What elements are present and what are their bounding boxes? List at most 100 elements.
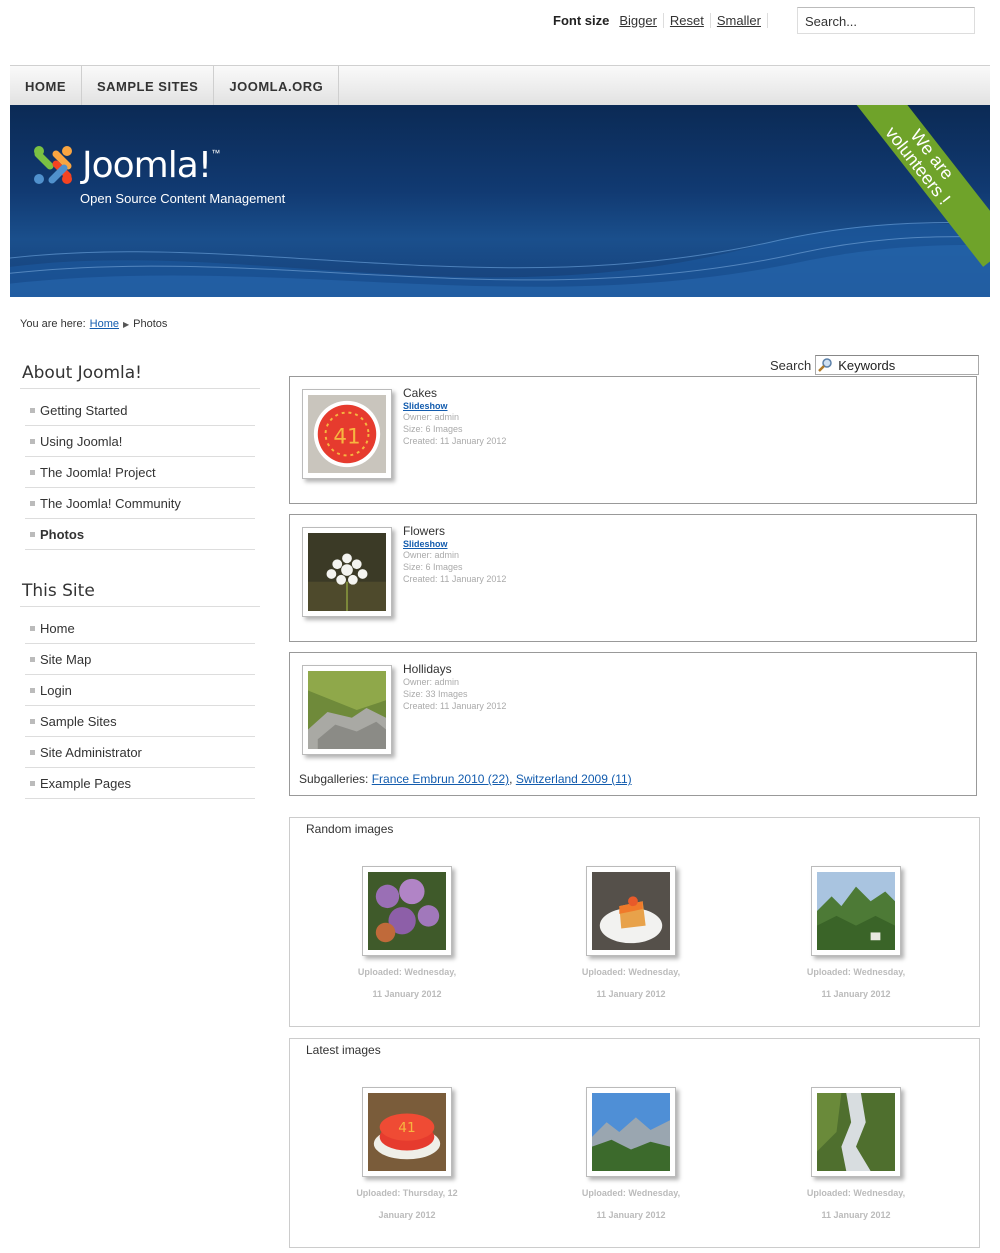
joomla-logo-icon (34, 146, 72, 184)
purple-flowers-photo (368, 872, 446, 950)
sidebar-item-sample-sites[interactable]: Sample Sites (25, 706, 255, 737)
breadcrumb-arrow-icon: ▶ (123, 319, 130, 329)
upload-date-line-1: Uploaded: Wednesday, (581, 967, 681, 977)
image-thumbnail[interactable] (586, 1087, 676, 1177)
keywords-input[interactable]: Keywords (815, 355, 980, 375)
subgallery-link-france[interactable]: France Embrun 2010 (22) (372, 772, 509, 786)
upload-date-line-2: 11 January 2012 (596, 989, 666, 999)
this-site-heading: This Site (20, 578, 260, 607)
subgalleries-label: Subgalleries: (299, 772, 369, 786)
nav-item-home[interactable]: HOME (10, 66, 82, 106)
header-wave-graphic (10, 222, 990, 297)
this-site-menu: Home Site Map Login Sample Sites Site Ad… (25, 613, 255, 799)
gallery-thumbnail[interactable] (302, 527, 392, 617)
sidebar-item-getting-started[interactable]: Getting Started (25, 395, 255, 426)
about-joomla-menu: Getting Started Using Joomla! The Joomla… (25, 395, 255, 550)
upload-date-line-1: Uploaded: Wednesday, (806, 967, 906, 977)
upload-date-line-2: January 2012 (378, 1210, 436, 1220)
image-thumbnail[interactable] (362, 866, 452, 956)
sidebar-item-site-map[interactable]: Site Map (25, 644, 255, 675)
random-images-module: Random images Uploaded: Wednesday, 11 Ja… (289, 817, 980, 1027)
gallery-size: Size: 6 Images (403, 562, 463, 572)
gallery-created: Created: 11 January 2012 (403, 574, 507, 584)
keywords-placeholder: Keywords (838, 357, 896, 373)
gallery-owner: Owner: admin (403, 550, 460, 560)
image-thumbnail[interactable] (811, 1087, 901, 1177)
latest-image-item: Uploaded: Wednesday, 11 January 2012 (566, 1087, 696, 1226)
breadcrumb-home-link[interactable]: Home (90, 318, 119, 330)
about-joomla-heading: About Joomla! (20, 360, 260, 389)
nav-item-joomla-org[interactable]: JOOMLA.ORG (214, 66, 340, 106)
gallery-owner: Owner: admin (403, 412, 460, 422)
flower-photo (308, 533, 386, 611)
gallery-thumbnail[interactable] (302, 665, 392, 755)
upload-date-line-2: 11 January 2012 (821, 989, 891, 999)
gallery-cakes: 41 Cakes Slideshow Owner: admin Size: 6 … (289, 376, 977, 504)
svg-text:41: 41 (333, 425, 360, 450)
font-reset-link[interactable]: Reset (664, 13, 711, 28)
site-header: Joomla! ™ Open Source Content Management… (10, 105, 990, 297)
gallery-size: Size: 33 Images (403, 689, 468, 699)
random-image-item: Uploaded: Wednesday, 11 January 2012 (566, 866, 696, 1005)
sidebar: About Joomla! Getting Started Using Joom… (20, 360, 260, 799)
upload-date-line-2: 11 January 2012 (821, 1210, 891, 1220)
font-size-label: Font size (553, 13, 610, 28)
subgalleries: Subgalleries: France Embrun 2010 (22), S… (299, 772, 632, 786)
rocks-photo (308, 671, 386, 749)
birthday-cake-photo: 41 (368, 1093, 446, 1171)
main-nav: HOME SAMPLE SITES JOOMLA.ORG (10, 65, 990, 106)
gallery-owner: Owner: admin (403, 677, 460, 687)
sidebar-item-photos[interactable]: Photos (25, 519, 255, 550)
gallery-search: Search Keywords (770, 355, 980, 375)
font-bigger-link[interactable]: Bigger (613, 13, 664, 28)
gallery-thumbnail[interactable]: 41 (302, 389, 392, 479)
gallery-title[interactable]: Hollidays (403, 662, 506, 676)
upload-date-line-2: 11 January 2012 (596, 1210, 666, 1220)
slideshow-link[interactable]: Slideshow (403, 539, 506, 549)
upload-date-line-1: Uploaded: Wednesday, (581, 1188, 681, 1198)
upload-date-line-1: Uploaded: Wednesday, (357, 967, 457, 977)
sidebar-item-joomla-project[interactable]: The Joomla! Project (25, 457, 255, 488)
gallery-flowers: Flowers Slideshow Owner: admin Size: 6 I… (289, 514, 977, 642)
latest-images-title: Latest images (306, 1043, 381, 1057)
breadcrumb-current: Photos (133, 318, 168, 330)
slideshow-link[interactable]: Slideshow (403, 401, 506, 411)
upload-date-line-1: Uploaded: Thursday, 12 (356, 1188, 458, 1198)
breadcrumb: You are here: Home ▶ Photos (20, 318, 167, 330)
site-tagline: Open Source Content Management (80, 191, 286, 206)
cake-slice-photo (592, 872, 670, 950)
gallery-title[interactable]: Cakes (403, 386, 506, 400)
sidebar-item-joomla-community[interactable]: The Joomla! Community (25, 488, 255, 519)
image-thumbnail[interactable] (586, 866, 676, 956)
gallery-title[interactable]: Flowers (403, 524, 506, 538)
image-thumbnail[interactable] (811, 866, 901, 956)
logo-text: Joomla! (82, 144, 212, 186)
random-image-item: Uploaded: Wednesday, 11 January 2012 (342, 866, 472, 1005)
latest-images-module: Latest images 41 Uploaded: Thursday, 12 … (289, 1038, 980, 1248)
sidebar-item-login[interactable]: Login (25, 675, 255, 706)
logo-trademark: ™ (211, 148, 221, 158)
sidebar-item-site-administrator[interactable]: Site Administrator (25, 737, 255, 768)
top-bar: Font size Bigger Reset Smaller Search... (0, 0, 1000, 64)
font-size-controls: Font size Bigger Reset Smaller (553, 13, 768, 28)
font-smaller-link[interactable]: Smaller (711, 13, 768, 28)
forest-valley-photo (817, 872, 895, 950)
image-thumbnail[interactable]: 41 (362, 1087, 452, 1177)
stream-photo (817, 1093, 895, 1171)
random-image-item: Uploaded: Wednesday, 11 January 2012 (791, 866, 921, 1005)
site-search-input[interactable]: Search... (797, 7, 975, 34)
magnifier-icon (818, 358, 832, 372)
upload-date-line-1: Uploaded: Wednesday, (806, 1188, 906, 1198)
sidebar-item-using-joomla[interactable]: Using Joomla! (25, 426, 255, 457)
subgallery-link-switzerland[interactable]: Switzerland 2009 (11) (516, 772, 632, 786)
svg-text:41: 41 (398, 1120, 415, 1136)
mountain-valley-photo (592, 1093, 670, 1171)
upload-date-line-2: 11 January 2012 (372, 989, 442, 999)
joomla-logo[interactable]: Joomla! ™ (30, 142, 220, 188)
sidebar-item-example-pages[interactable]: Example Pages (25, 768, 255, 799)
gallery-created: Created: 11 January 2012 (403, 436, 507, 446)
nav-item-sample-sites[interactable]: SAMPLE SITES (82, 66, 215, 106)
latest-image-item: 41 Uploaded: Thursday, 12 January 2012 (342, 1087, 472, 1226)
sidebar-item-home[interactable]: Home (25, 613, 255, 644)
subgallery-separator: , (509, 772, 513, 786)
